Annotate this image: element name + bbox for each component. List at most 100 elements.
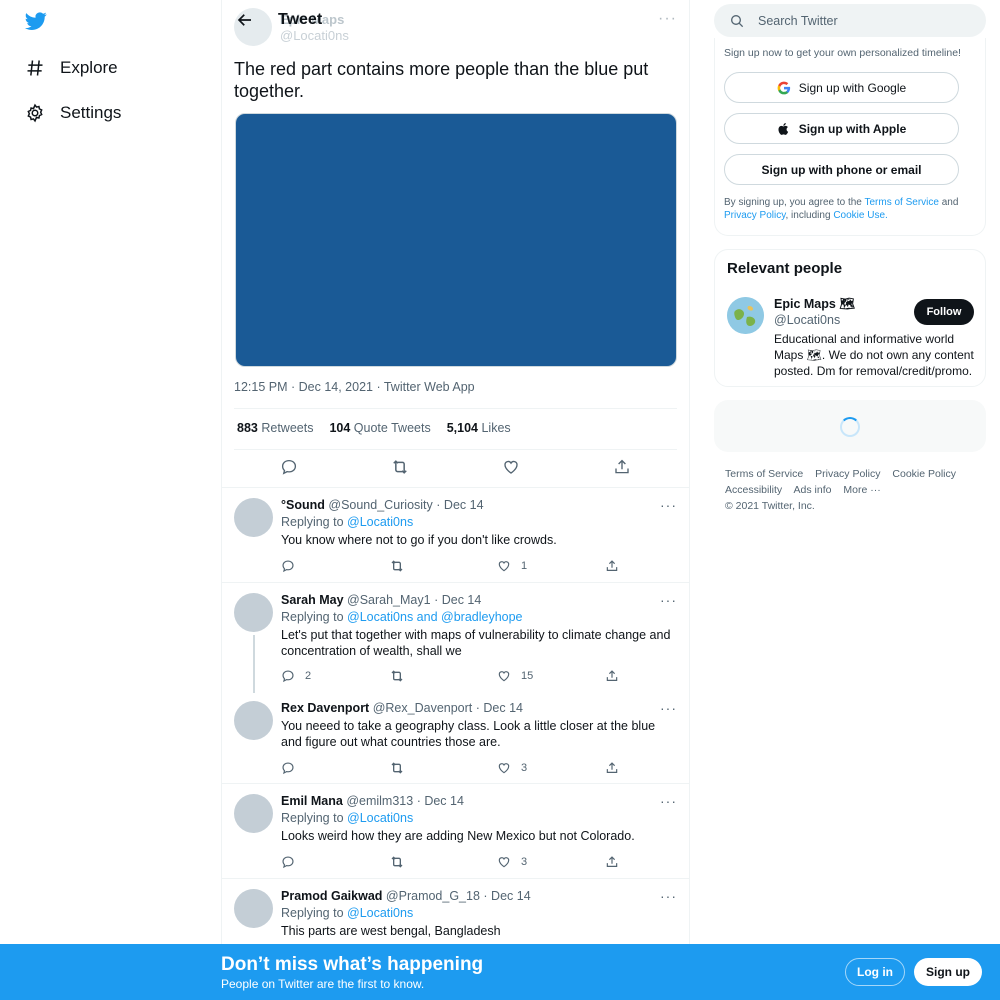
twitter-bird-icon[interactable]	[24, 10, 50, 34]
quote-tweets-stat[interactable]: 104 Quote Tweets	[329, 421, 430, 435]
follow-button[interactable]: Follow	[914, 299, 974, 325]
gear-icon	[24, 102, 46, 124]
more-options-icon[interactable]: ···	[660, 592, 677, 608]
likes-stat[interactable]: 5,104 Likes	[447, 421, 511, 435]
avatar[interactable]	[234, 794, 273, 833]
signup-phone-email-button[interactable]: Sign up with phone or email	[724, 154, 959, 185]
reply-actions: 3	[281, 853, 619, 871]
replying-to: Replying to @Locati0ns	[281, 906, 414, 920]
more-options-icon[interactable]: ···	[660, 793, 677, 809]
retweets-stat[interactable]: 883 Retweets	[237, 421, 313, 435]
tweet-header: Tweet ···	[222, 0, 689, 40]
privacy-link[interactable]: Privacy Policy	[724, 210, 786, 221]
replying-to: Replying to @Locati0ns	[281, 811, 414, 825]
avatar[interactable]	[727, 297, 764, 334]
footer-link-ads-info[interactable]: Ads info	[794, 484, 832, 496]
footer-link-privacy[interactable]: Privacy Policy	[815, 468, 880, 480]
avatar[interactable]	[234, 701, 273, 740]
reply-actions: 3	[281, 759, 619, 777]
nav-explore-label: Explore	[60, 58, 118, 77]
reply-tweet[interactable]: °Sound @Sound_Curiosity · Dec 14 ··· Rep…	[222, 487, 689, 582]
reply-tweet[interactable]: Sarah May @Sarah_May1 · Dec 14 ··· Reply…	[222, 582, 689, 782]
signup-apple-button[interactable]: Sign up with Apple	[724, 113, 959, 144]
thread-line	[253, 635, 255, 693]
signup-card: Sign up now to get your own personalized…	[714, 38, 986, 236]
mention-link[interactable]: @Locati0ns	[347, 515, 413, 529]
replying-to: Replying to @Locati0ns and @bradleyhope	[281, 610, 523, 624]
reply-text: You neeed to take a geography class. Loo…	[281, 719, 656, 749]
more-options-icon[interactable]: ···	[660, 700, 677, 716]
footer-link-more[interactable]: More ···	[843, 484, 880, 496]
reply-actions: 1	[281, 557, 619, 575]
nav-explore[interactable]: Explore	[24, 53, 118, 83]
share-button[interactable]	[605, 853, 619, 871]
retweet-button[interactable]	[389, 557, 449, 575]
hashtag-icon	[24, 57, 46, 79]
mention-link[interactable]: @Locati0ns	[347, 906, 413, 920]
avatar[interactable]	[234, 498, 273, 537]
like-button[interactable]: 15	[497, 667, 557, 685]
nav-settings[interactable]: Settings	[24, 98, 121, 128]
retweet-button[interactable]	[389, 759, 449, 777]
search-input[interactable]: Search Twitter	[758, 14, 838, 28]
tweet-stats: 883 Retweets 104 Quote Tweets 5,104 Like…	[237, 421, 511, 435]
retweet-icon[interactable]	[389, 456, 411, 478]
footer-link-cookie[interactable]: Cookie Policy	[892, 468, 956, 480]
reply-actions: 2 15	[281, 667, 619, 685]
divider	[234, 408, 677, 409]
reply-header: °Sound @Sound_Curiosity · Dec 14	[281, 498, 484, 512]
reply-button[interactable]: 2	[281, 667, 341, 685]
person-bio: Educational and informative world Maps 🗺…	[774, 332, 974, 378]
share-button[interactable]	[605, 759, 619, 777]
mention-link[interactable]: @Locati0ns	[347, 811, 413, 825]
search-box[interactable]: Search Twitter	[714, 4, 986, 37]
like-button[interactable]: 3	[497, 759, 557, 777]
retweet-button[interactable]	[389, 667, 449, 685]
divider	[234, 449, 677, 450]
more-options-icon[interactable]: ···	[658, 10, 677, 28]
footer-link-terms[interactable]: Terms of Service	[725, 468, 803, 480]
copyright: © 2021 Twitter, Inc.	[725, 500, 815, 512]
banner-subtitle: People on Twitter are the first to know.	[221, 977, 425, 991]
relevant-people-title: Relevant people	[727, 260, 843, 277]
reply-text: You know where not to go if you don't li…	[281, 533, 557, 547]
signup-banner: Don’t miss what’s happening People on Tw…	[0, 944, 1000, 1000]
login-button[interactable]: Log in	[845, 958, 905, 986]
tweet-media-image[interactable]	[235, 113, 677, 367]
reply-button[interactable]	[281, 853, 341, 871]
retweet-button[interactable]	[389, 853, 449, 871]
relevant-people-card: Relevant people Epic Maps 🗺 @Locati0ns F…	[714, 249, 986, 387]
person-name[interactable]: Epic Maps 🗺	[774, 297, 855, 312]
signup-button[interactable]: Sign up	[914, 958, 982, 986]
cookie-use-link[interactable]: Cookie Use.	[833, 210, 887, 221]
main-column: Epic Maps @Locati0ns Tweet ··· The red p…	[221, 0, 690, 1000]
like-button[interactable]: 3	[497, 853, 557, 871]
person-handle[interactable]: @Locati0ns	[774, 313, 840, 327]
reply-tweet[interactable]: Emil Mana @emilm313 · Dec 14 ··· Replyin…	[222, 783, 689, 878]
tweet-text: The red part contains more people than t…	[234, 59, 649, 101]
reply-button[interactable]	[281, 557, 341, 575]
share-button[interactable]	[605, 557, 619, 575]
signup-intro: Sign up now to get your own personalized…	[724, 47, 961, 59]
avatar[interactable]	[234, 889, 273, 928]
like-button[interactable]: 1	[497, 557, 557, 575]
more-options-icon[interactable]: ···	[660, 888, 677, 904]
back-arrow-icon[interactable]	[234, 9, 256, 31]
signup-google-button[interactable]: Sign up with Google	[724, 72, 959, 103]
share-button[interactable]	[605, 667, 619, 685]
tweet-timestamp[interactable]: 12:15 PM · Dec 14, 2021 · Twitter Web Ap…	[234, 380, 475, 394]
terms-link[interactable]: Terms of Service	[864, 197, 938, 208]
like-heart-icon[interactable]	[500, 456, 522, 478]
reply-header: Pramod Gaikwad @Pramod_G_18 · Dec 14	[281, 889, 531, 903]
mention-link[interactable]: @Locati0ns and @bradleyhope	[347, 610, 523, 624]
footer-link-accessibility[interactable]: Accessibility	[725, 484, 782, 496]
more-options-icon[interactable]: ···	[660, 497, 677, 513]
share-icon[interactable]	[611, 456, 633, 478]
footer-links: Terms of Service Privacy Policy Cookie P…	[725, 466, 980, 514]
reply-button[interactable]	[281, 759, 341, 777]
reply-header: Emil Mana @emilm313 · Dec 14	[281, 794, 464, 808]
loading-spinner-icon	[840, 417, 860, 437]
avatar[interactable]	[234, 593, 273, 632]
reply-icon[interactable]	[278, 456, 300, 478]
reply-text: Looks weird how they are adding New Mexi…	[281, 829, 635, 843]
